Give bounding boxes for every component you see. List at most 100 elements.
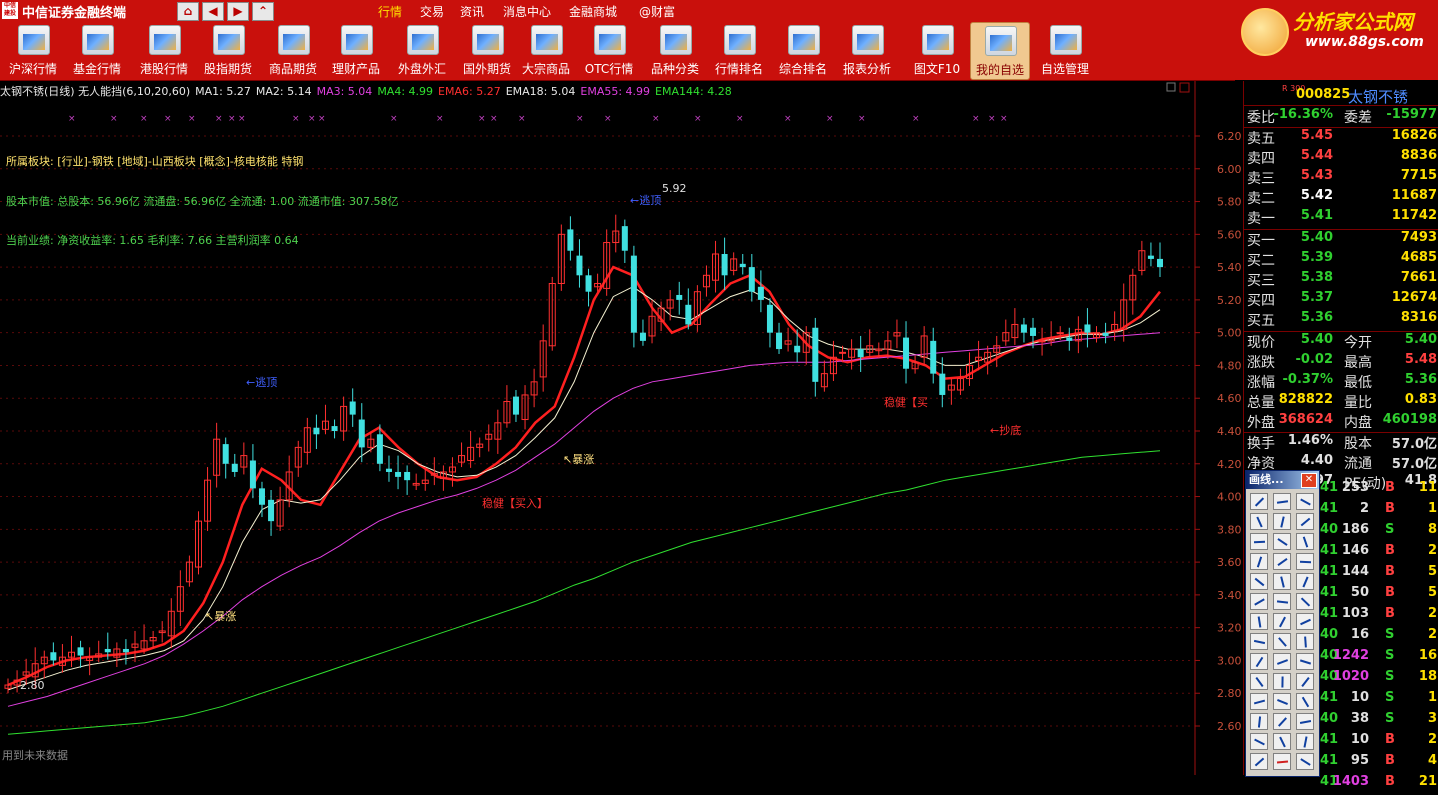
toolbar-item-icon	[660, 25, 692, 55]
drawing-tool-icon[interactable]	[1250, 693, 1268, 710]
drawing-tool-icon[interactable]	[1273, 573, 1291, 590]
drawing-tool-icon[interactable]	[1250, 753, 1268, 770]
toolbar-item-icon	[852, 25, 884, 55]
drawing-tool-icon[interactable]	[1273, 673, 1291, 690]
drawing-tool-icon[interactable]	[1296, 693, 1314, 710]
candle-body	[1038, 340, 1046, 343]
drawing-tool-icon[interactable]	[1296, 673, 1314, 690]
toolbar-item-label: 图文F10	[913, 62, 961, 76]
kline-chart[interactable]: 6.20 6.00 5.80 5.60 5.40 5.20 5.00 4.80 4.60 4.40…	[0, 81, 1243, 775]
tick-volume: 16	[1350, 627, 1369, 642]
drawing-tool-icon[interactable]	[1273, 713, 1291, 730]
drawing-tool-icon[interactable]	[1296, 513, 1314, 530]
drawing-tool-icon[interactable]	[1296, 593, 1314, 610]
drawing-tool-icon[interactable]	[1250, 573, 1268, 590]
toolbar-item-4[interactable]: 商品期货	[262, 22, 324, 78]
indicator-item: MA3: 5.04	[316, 85, 373, 98]
toolbar-item-0[interactable]: 沪深行情	[4, 22, 62, 78]
drawing-tool-icon[interactable]	[1296, 713, 1314, 730]
menu-trade[interactable]: 交易	[420, 3, 444, 20]
tick-volume: 1020	[1332, 669, 1369, 684]
toolbar-item-1[interactable]: 基金行情	[66, 22, 128, 78]
drawing-tool-icon[interactable]	[1296, 753, 1314, 770]
drawing-tool-icon[interactable]	[1250, 493, 1268, 510]
candle-body	[258, 488, 265, 505]
tick-count: 1	[1427, 690, 1437, 705]
drawing-tool-icon[interactable]	[1273, 633, 1291, 650]
drawing-tool-icon[interactable]	[1250, 713, 1268, 730]
toolbar-item-3[interactable]: 股指期货	[199, 22, 257, 78]
toolbar-item-11[interactable]: 行情排名	[711, 22, 767, 78]
close-icon[interactable]: ✕	[1301, 473, 1317, 488]
brand-banner: 分析家公式网 www.88gs.com	[1235, 0, 1438, 80]
drawing-tool-icon[interactable]	[1250, 633, 1268, 650]
signal-marker: ×	[68, 114, 76, 124]
drawing-tool-icon[interactable]	[1296, 733, 1314, 750]
annotation-top-escape-2: ←逃顶	[630, 194, 661, 207]
drawing-tool-icon[interactable]	[1296, 613, 1314, 630]
toolbar-item-5[interactable]: 理财产品	[328, 22, 384, 78]
toolbar-item-13[interactable]: 报表分析	[838, 22, 896, 78]
menu-wealth[interactable]: @财富	[639, 3, 675, 20]
forward-button[interactable]: ▶	[227, 2, 249, 21]
drawing-tool-icon[interactable]	[1250, 533, 1268, 550]
brand-url: www.88gs.com	[1305, 34, 1424, 50]
ask-label: 卖二	[1247, 191, 1275, 207]
up-button[interactable]: ⌃	[252, 2, 274, 21]
menu-quotes[interactable]: 行情	[378, 3, 402, 20]
drawing-tool-icon[interactable]	[1273, 593, 1291, 610]
toolbar-item-6[interactable]: 外盘外汇	[392, 22, 452, 78]
trade-tick-row: 41 10 B 2	[1320, 732, 1438, 753]
drawing-tool-icon[interactable]	[1250, 553, 1268, 570]
drawing-tool-icon[interactable]	[1250, 513, 1268, 530]
drawing-tool-icon[interactable]	[1273, 553, 1291, 570]
toolbar-item-2[interactable]: 港股行情	[133, 22, 195, 78]
tick-side: S	[1385, 669, 1395, 684]
y-tick-label: 4.00	[1217, 491, 1242, 504]
menu-info[interactable]: 资讯	[460, 3, 484, 20]
drawing-tool-icon[interactable]	[1250, 613, 1268, 630]
back-button[interactable]: ◀	[202, 2, 224, 21]
drawing-tool-icon[interactable]	[1273, 653, 1291, 670]
menu-mall[interactable]: 金融商城	[569, 3, 617, 20]
signal-marker: ×	[972, 114, 980, 124]
bid-row: 买五 5.36 8316	[1244, 310, 1438, 330]
drawing-tool-icon[interactable]	[1296, 533, 1314, 550]
bid-row: 买四 5.37 12674	[1244, 290, 1438, 310]
drawing-tool-icon[interactable]	[1273, 733, 1291, 750]
toolbar-item-16[interactable]: 自选管理	[1034, 22, 1096, 78]
drawing-tool-icon[interactable]	[1250, 673, 1268, 690]
drawing-tool-icon[interactable]	[1296, 633, 1314, 650]
candle-body	[621, 226, 628, 251]
annotation-surge-1: ↖暴涨	[205, 610, 236, 623]
drawing-tool-icon[interactable]	[1250, 593, 1268, 610]
drawing-tool-icon[interactable]	[1296, 653, 1314, 670]
toolbar-item-15[interactable]: 我的自选	[970, 22, 1030, 80]
candle-body	[404, 471, 411, 481]
toolbar-item-9[interactable]: OTC行情	[582, 22, 636, 78]
drawing-tool-icon[interactable]	[1273, 493, 1291, 510]
drawing-tool-icon[interactable]	[1273, 513, 1291, 530]
toolbar-item-label: 自选管理	[1040, 62, 1089, 76]
drawing-tool-icon[interactable]	[1250, 653, 1268, 670]
home-button[interactable]: ⌂	[177, 2, 199, 21]
tick-count: 1	[1427, 501, 1437, 516]
menu-messages[interactable]: 消息中心	[503, 3, 551, 20]
drawing-tool-icon[interactable]	[1296, 493, 1314, 510]
toolbar-item-14[interactable]: 图文F10	[907, 22, 967, 78]
toolbar-item-7[interactable]: 国外期货	[458, 22, 516, 78]
drawing-tool-icon[interactable]	[1273, 613, 1291, 630]
toolbar-item-label: 品种分类	[650, 62, 699, 76]
toolbar-item-icon	[82, 25, 114, 55]
toolbar-item-8[interactable]: 大宗商品	[518, 22, 574, 78]
toolbar-item-10[interactable]: 品种分类	[646, 22, 704, 78]
chart-canvas[interactable]: 6.20 6.00 5.80 5.60 5.40 5.20 5.00 4.80 4.60 4.40…	[0, 81, 1243, 775]
drawing-tool-icon[interactable]	[1273, 693, 1291, 710]
drawing-tool-icon[interactable]	[1273, 753, 1291, 770]
drawing-tool-icon[interactable]	[1273, 533, 1291, 550]
drawing-tool-icon[interactable]	[1296, 553, 1314, 570]
drawing-tool-icon[interactable]	[1250, 733, 1268, 750]
indicator-legend: 太钢不锈(日线) 无人能挡(6,10,20,60) MA1: 5.27 MA2: 5…	[0, 83, 737, 99]
toolbar-item-12[interactable]: 综合排名	[774, 22, 832, 78]
drawing-tool-icon[interactable]	[1296, 573, 1314, 590]
